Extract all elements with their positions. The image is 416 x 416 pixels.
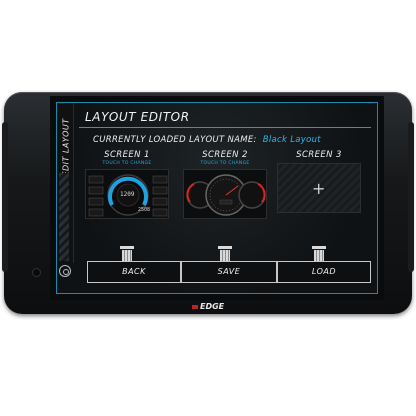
title-bar: LAYOUT EDITOR (79, 107, 371, 128)
screen-2-preview[interactable] (183, 169, 267, 219)
brand-logo: EDGE (192, 302, 232, 312)
plus-icon: + (312, 179, 326, 198)
screen-slot-3: SCREEN 3 + (277, 150, 361, 261)
power-home-icon[interactable] (59, 265, 71, 277)
delete-screen-1-icon[interactable] (120, 246, 134, 262)
screen-slot-label: SCREEN 2 (202, 150, 248, 160)
brand-logo-text: EDGE (200, 302, 225, 311)
save-button[interactable]: SAVE (181, 261, 277, 283)
rail-stripes (59, 173, 69, 261)
screen-slot-hint: TOUCH TO CHANGE (102, 161, 152, 166)
screen-1-preview[interactable]: 1209 2508 (85, 169, 169, 219)
current-layout-label: CURRENTLY LOADED LAYOUT NAME: (93, 135, 257, 145)
gauge-secondary-value: 2508 (138, 207, 151, 213)
screen-slot-1: SCREEN 1 TOUCH TO CHANGE 1209 2508 (85, 150, 169, 261)
screen-slot-hint: TOUCH TO CHANGE (200, 161, 250, 166)
screen-slot-label: SCREEN 3 (296, 150, 342, 160)
touch-screen: EDIT LAYOUT LAYOUT EDITOR CURRENTLY LOAD… (56, 102, 378, 294)
delete-screen-2-icon[interactable] (218, 246, 232, 262)
bottom-action-bar: BACK SAVE LOAD (79, 261, 377, 285)
rail-label: EDIT LAYOUT (61, 118, 71, 177)
delete-screen-3-icon[interactable] (312, 246, 326, 262)
screen-3-add-slot[interactable]: + (277, 163, 361, 213)
load-button[interactable]: LOAD (277, 261, 371, 283)
side-rail: EDIT LAYOUT (57, 103, 74, 263)
screen-slot-2: SCREEN 2 TOUCH TO CHANGE (183, 150, 267, 261)
current-layout-name: Black Layout (262, 135, 321, 145)
device-right-grip (408, 122, 414, 272)
monitor-device: EDIT LAYOUT LAYOUT EDITOR CURRENTLY LOAD… (2, 92, 414, 314)
back-button[interactable]: BACK (87, 261, 181, 283)
device-left-grip (2, 122, 8, 272)
screen-slot-label: SCREEN 1 (104, 150, 150, 160)
page-title: LAYOUT EDITOR (85, 110, 190, 124)
current-layout-line: CURRENTLY LOADED LAYOUT NAME: Black Layou… (93, 135, 321, 145)
gauge-cluster-icon (186, 174, 266, 216)
ambient-light-sensor (32, 268, 41, 277)
gauge-center-value: 1209 (120, 191, 135, 198)
